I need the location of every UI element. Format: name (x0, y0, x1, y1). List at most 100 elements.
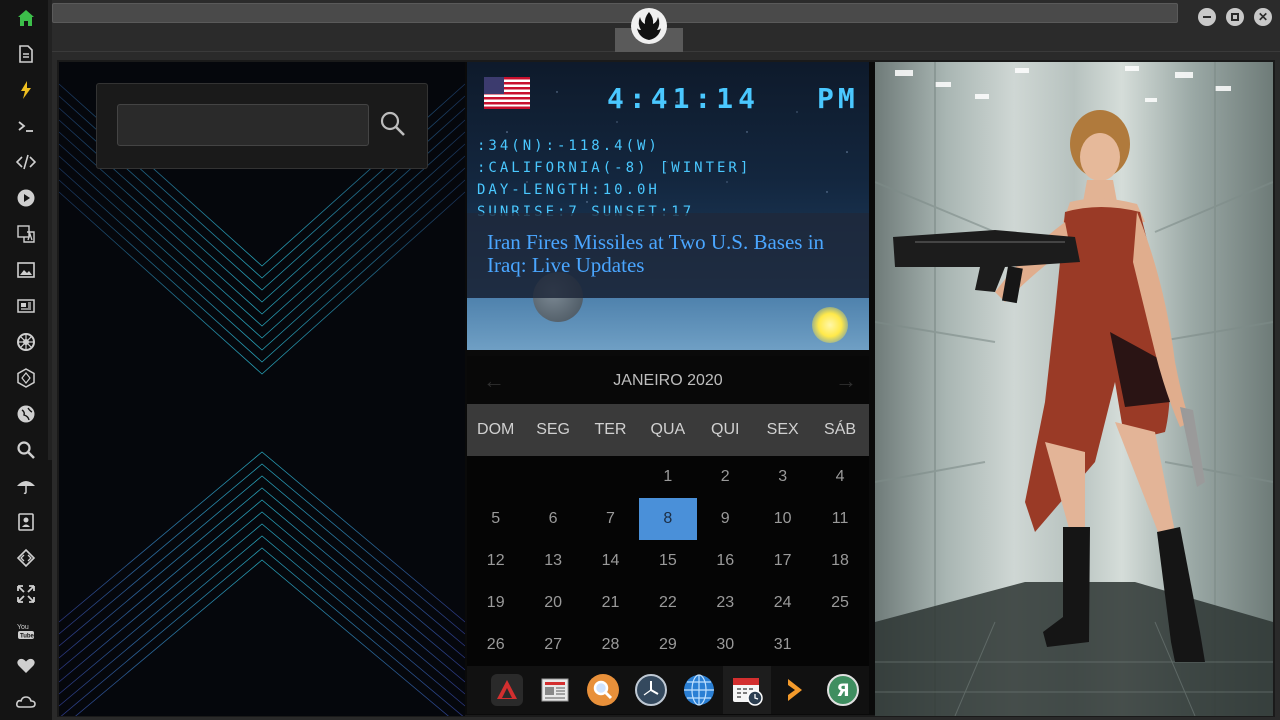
news-app-icon[interactable] (531, 666, 579, 714)
calendar-month-label: JANEIRO 2020 (613, 372, 723, 389)
calendar-day[interactable]: 7 (582, 498, 639, 540)
search-app-icon[interactable] (579, 666, 627, 714)
weekday-label: QUA (650, 421, 686, 438)
home-icon[interactable] (13, 5, 39, 31)
top-bar: ✕ (52, 0, 1280, 52)
horizon (467, 298, 869, 350)
document-icon[interactable] (13, 41, 39, 67)
calendar-day[interactable]: 27 (524, 624, 581, 666)
news-headline[interactable]: Iran Fires Missiles at Two U.S. Bases in… (487, 231, 847, 277)
calendar-day[interactable]: 24 (754, 582, 811, 624)
globe-icon[interactable] (13, 401, 39, 427)
magnifier-icon (380, 111, 405, 136)
calendar-day[interactable]: 18 (811, 540, 868, 582)
calendar-week-row: 12 13 14 15 16 17 18 (467, 540, 869, 582)
yandex-app-icon[interactable]: Я (819, 666, 867, 714)
clock-location: :CALIFORNIA(-8) [WINTER] (477, 160, 752, 176)
globe-app-icon[interactable] (675, 666, 723, 714)
youtube-icon[interactable]: You Tube (13, 617, 39, 643)
weekday-label: QUI (711, 421, 740, 438)
calendar-header: ← JANEIRO 2020 → (467, 356, 869, 404)
weekday-label: SEX (766, 421, 799, 438)
weekday-label: SÁB (824, 421, 857, 438)
calendar-day[interactable]: 9 (697, 498, 754, 540)
calendar-day[interactable]: 23 (697, 582, 754, 624)
calendar-day[interactable]: 14 (582, 540, 639, 582)
calendar-day[interactable]: 6 (524, 498, 581, 540)
us-flag-icon (484, 77, 530, 109)
calendar-day[interactable]: 3 (754, 456, 811, 498)
cloud-icon[interactable] (13, 689, 39, 715)
calendar-day[interactable]: 4 (811, 456, 868, 498)
minimize-button[interactable] (1198, 8, 1216, 26)
clock-app-icon[interactable] (627, 666, 675, 714)
calendar-day[interactable]: 5 (467, 498, 524, 540)
search-box (96, 83, 428, 169)
lightning-icon[interactable] (13, 77, 39, 103)
heart-icon[interactable] (13, 653, 39, 679)
calendar-day[interactable]: 31 (754, 624, 811, 666)
calendar-day[interactable]: 28 (582, 624, 639, 666)
hexagon-icon[interactable] (13, 365, 39, 391)
galactic-empire-icon[interactable] (13, 329, 39, 355)
woman-with-rifle-image (875, 62, 1273, 716)
maximize-button[interactable] (1226, 8, 1244, 26)
image-icon[interactable] (13, 257, 39, 283)
clock-time: 4:41:14 (607, 82, 761, 115)
arrow-app-icon[interactable] (771, 666, 819, 714)
terminal-icon[interactable] (13, 113, 39, 139)
calendar-day[interactable]: 16 (697, 540, 754, 582)
weekday-label: DOM (477, 421, 515, 438)
diamond-code-icon[interactable] (13, 545, 39, 571)
calendar-day[interactable]: 30 (697, 624, 754, 666)
play-icon[interactable] (13, 185, 39, 211)
search-icon[interactable] (13, 437, 39, 463)
close-button[interactable]: ✕ (1254, 8, 1272, 26)
calendar-empty-cell (582, 456, 639, 498)
calendar-weekdays: DOM SEG TER QUA QUI SEX SÁB (467, 404, 869, 456)
calendar-day[interactable]: 17 (754, 540, 811, 582)
calendar-day[interactable]: 11 (811, 498, 868, 540)
calendar-empty-cell (467, 456, 524, 498)
search-input[interactable] (117, 104, 369, 146)
search-button[interactable] (377, 108, 409, 140)
calendar-day[interactable]: 2 (697, 456, 754, 498)
code-icon[interactable] (13, 149, 39, 175)
calendar-day[interactable]: 8 (639, 498, 697, 540)
calendar-week-row: 26 27 28 29 30 31 (467, 624, 869, 666)
calendar-day[interactable]: 12 (467, 540, 524, 582)
rebel-alliance-tab[interactable] (615, 0, 683, 52)
yandex-letter: Я (836, 681, 849, 701)
weekday-label: SEG (536, 421, 570, 438)
calendar-week-row: 19 20 21 22 23 24 25 (467, 582, 869, 624)
calendar-empty-cell (524, 456, 581, 498)
contacts-icon[interactable] (13, 509, 39, 535)
world-clock-widget: 4:41:14 PM :34(N):-118.4(W) :CALIFORNIA(… (467, 62, 869, 350)
newspaper-icon[interactable] (13, 293, 39, 319)
calendar-day[interactable]: 1 (639, 456, 696, 498)
calendar-day[interactable]: 19 (467, 582, 524, 624)
calendar-day[interactable]: 10 (754, 498, 811, 540)
expand-icon[interactable] (13, 581, 39, 607)
calendar-day[interactable]: 26 (467, 624, 524, 666)
calendar-day[interactable]: 20 (524, 582, 581, 624)
calendar-week-row: 5 6 7 8 9 10 11 (467, 498, 869, 540)
red-triangle-app-icon[interactable] (483, 666, 531, 714)
next-month-button[interactable]: → (835, 368, 857, 394)
calendar-day[interactable]: 29 (639, 624, 696, 666)
calendar-day[interactable]: 25 (811, 582, 868, 624)
umbrella-icon[interactable] (13, 473, 39, 499)
calendar-day[interactable]: 13 (524, 540, 581, 582)
sidebar: You Tube (0, 0, 52, 720)
calendar-day[interactable]: 21 (582, 582, 639, 624)
news-ticker[interactable]: Iran Fires Missiles at Two U.S. Bases in… (467, 213, 869, 298)
translate-icon[interactable] (13, 221, 39, 247)
clock-coordinates: :34(N):-118.4(W) (477, 138, 660, 154)
svg-text:Tube: Tube (20, 634, 35, 640)
calendar-day[interactable]: 15 (639, 540, 696, 582)
calendar-day[interactable]: 22 (639, 582, 696, 624)
sidebar-scrollbar[interactable] (48, 0, 52, 460)
calendar-week-row: 1234 (467, 456, 869, 498)
calendar-app-icon[interactable] (723, 666, 771, 714)
calendar-grid: 1 2 3 4 5 6 7 8 9 10 11 12 13 14 15 16 17 18 19 20 21 22 23 24 2… (467, 456, 869, 666)
